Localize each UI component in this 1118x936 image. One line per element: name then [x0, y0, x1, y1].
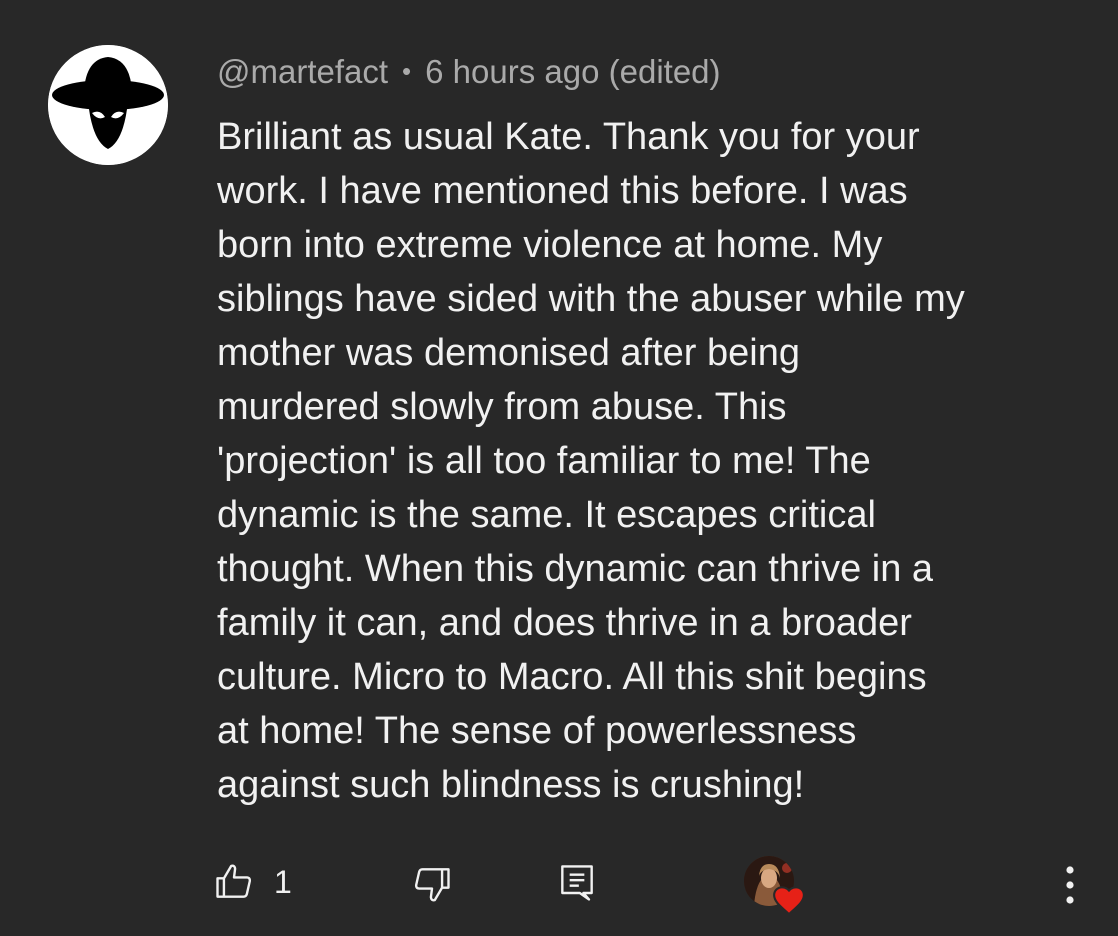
comment-card: @martefact • 6 hours ago (edited) Brillian…: [0, 0, 1118, 936]
comment-timestamp: 6 hours ago (edited): [425, 53, 721, 90]
comment-actions: 1: [0, 850, 1118, 916]
dislike-button[interactable]: [408, 860, 456, 908]
like-count: 1: [274, 863, 292, 900]
thumbs-up-icon: [216, 864, 252, 898]
comment-line: work. I have mentioned this before. I wa…: [217, 170, 908, 212]
comment-line: Brilliant as usual Kate. Thank you for y…: [217, 116, 920, 158]
comment-line: family it can, and does thrive in a broa…: [217, 602, 912, 644]
comment-line: siblings have sided with the abuser whil…: [217, 278, 965, 320]
thumbs-down-icon: [414, 868, 450, 902]
comment-text: Brilliant as usual Kate. Thank you for y…: [217, 110, 1097, 812]
reply-icon: [561, 865, 593, 901]
separator-dot: •: [402, 56, 412, 86]
comment-line: culture. Micro to Macro. All this shit b…: [217, 656, 927, 698]
like-button[interactable]: 1: [212, 858, 292, 906]
comment-line: 'projection' is all too familiar to me! …: [217, 440, 871, 482]
reply-button[interactable]: [553, 858, 601, 906]
more-vertical-icon: [1066, 866, 1074, 904]
creator-heart: [744, 856, 808, 916]
comment-meta: @martefact • 6 hours ago (edited): [217, 50, 721, 96]
hat-figure-icon: [48, 45, 168, 165]
comment-line: against such blindness is crushing!: [217, 764, 805, 806]
user-avatar[interactable]: [48, 45, 168, 165]
comment-line: at home! The sense of powerlessness: [217, 710, 857, 752]
comment-line: born into extreme violence at home. My: [217, 224, 883, 266]
comment-line: dynamic is the same. It escapes critical: [217, 494, 876, 536]
comment-line: murdered slowly from abuse. This: [217, 386, 787, 428]
comment-line: thought. When this dynamic can thrive in…: [217, 548, 934, 590]
author-name[interactable]: @martefact: [217, 53, 388, 90]
more-options-button[interactable]: [1052, 858, 1088, 910]
comment-line: mother was demonised after being: [217, 332, 800, 374]
heart-icon: [773, 886, 805, 916]
